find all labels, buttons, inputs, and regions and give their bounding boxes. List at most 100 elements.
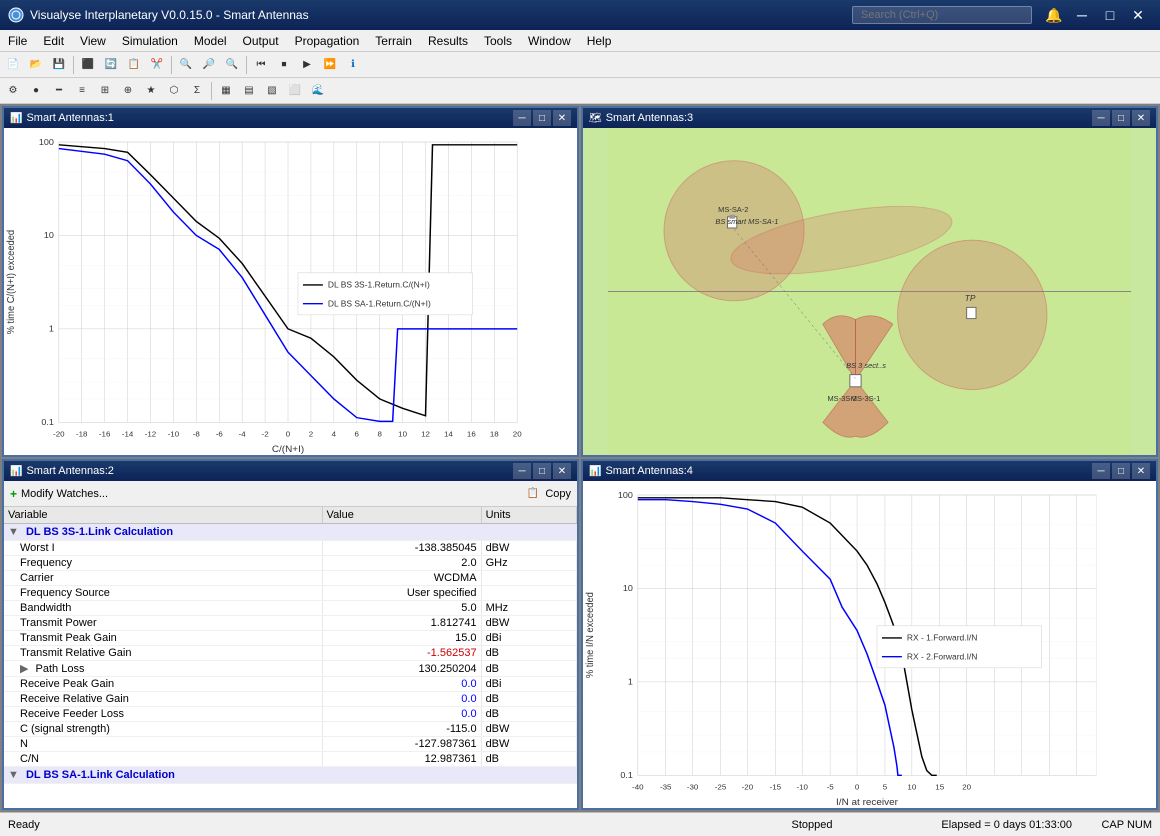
tb2-btn-2[interactable]: ●	[25, 80, 47, 102]
menu-terrain[interactable]: Terrain	[367, 30, 420, 51]
play-button[interactable]: ▶	[296, 54, 318, 76]
expand-icon[interactable]: ▼	[8, 526, 19, 538]
w1-maximize[interactable]: □	[533, 110, 551, 126]
w1-minimize[interactable]: ─	[513, 110, 531, 126]
w4-close[interactable]: ✕	[1132, 463, 1150, 479]
svg-text:18: 18	[490, 430, 499, 439]
tb2-btn-4[interactable]: ≡	[71, 80, 93, 102]
zoom-out-button[interactable]: 🔍	[221, 54, 243, 76]
unit-freq-source	[481, 586, 576, 601]
chart-1-svg: 100 10 1 0.1 -20 -18 -16 -14 -12 -10 -8 …	[4, 128, 577, 455]
tb-btn-6[interactable]: ✂️	[146, 54, 168, 76]
menu-output[interactable]: Output	[235, 30, 287, 51]
menu-model[interactable]: Model	[186, 30, 235, 51]
close-button[interactable]: ✕	[1124, 5, 1152, 25]
svg-text:5: 5	[883, 783, 887, 792]
menu-file[interactable]: File	[0, 30, 35, 51]
zoom-in-button[interactable]: 🔎	[198, 54, 220, 76]
window-2: 📊 Smart Antennas:2 ─ □ ✕ + Modify Watche…	[2, 459, 579, 810]
tb2-btn-3[interactable]: ━	[48, 80, 70, 102]
expand-path-icon[interactable]: ▶	[20, 663, 28, 675]
step-back-button[interactable]: ⏮	[250, 54, 272, 76]
tb2-btn-14[interactable]: 🌊	[307, 80, 329, 102]
map-container: MS-SA-2 BS smart MS-SA-1 TP BS 3 sect..s…	[583, 128, 1156, 455]
val-path-loss: 130.250204	[322, 661, 481, 677]
menu-view[interactable]: View	[72, 30, 114, 51]
app-icon	[8, 7, 24, 23]
tb2-btn-7[interactable]: ★	[140, 80, 162, 102]
svg-text:15: 15	[935, 783, 944, 792]
info-button[interactable]: ℹ	[342, 54, 364, 76]
menu-help[interactable]: Help	[579, 30, 620, 51]
window-3: 🗺 Smart Antennas:3 ─ □ ✕	[581, 106, 1158, 457]
copy-button[interactable]: Copy	[545, 488, 571, 500]
tb2-btn-10[interactable]: ▦	[215, 80, 237, 102]
minimize-button[interactable]: ─	[1068, 5, 1096, 25]
w3-close[interactable]: ✕	[1132, 110, 1150, 126]
tb2-btn-12[interactable]: ▧	[261, 80, 283, 102]
var-rx-peak-gain: Receive Peak Gain	[4, 677, 322, 692]
tb2-btn-5[interactable]: ⊞	[94, 80, 116, 102]
modify-watches-button[interactable]: Modify Watches...	[21, 488, 108, 500]
app-title: Visualyse Interplanetary V0.0.15.0 - Sma…	[30, 8, 852, 22]
w3-minimize[interactable]: ─	[1092, 110, 1110, 126]
data-table: Variable Value Units ▼ DL BS 3S-1.Link C…	[4, 507, 577, 784]
fast-forward-button[interactable]: ⏩	[319, 54, 341, 76]
window-2-controls[interactable]: ─ □ ✕	[513, 463, 571, 479]
svg-text:1: 1	[49, 324, 54, 334]
toolbar-2: ⚙ ● ━ ≡ ⊞ ⊕ ★ ⬡ Σ ▦ ▤ ▧ ⬜ 🌊	[0, 78, 1160, 104]
expand-icon-2[interactable]: ▼	[8, 769, 19, 781]
status-elapsed: Elapsed = 0 days 01:33:00	[872, 819, 1072, 831]
w4-maximize[interactable]: □	[1112, 463, 1130, 479]
save-button[interactable]: 💾	[48, 54, 70, 76]
w2-close[interactable]: ✕	[553, 463, 571, 479]
menu-window[interactable]: Window	[520, 30, 579, 51]
menu-tools[interactable]: Tools	[476, 30, 520, 51]
window-3-controls[interactable]: ─ □ ✕	[1092, 110, 1150, 126]
svg-text:6: 6	[355, 430, 359, 439]
search-input[interactable]	[852, 6, 1032, 24]
var-n: N	[4, 737, 322, 752]
val-n: -127.987361	[322, 737, 481, 752]
svg-text:12: 12	[421, 430, 430, 439]
menu-simulation[interactable]: Simulation	[114, 30, 186, 51]
w3-maximize[interactable]: □	[1112, 110, 1130, 126]
new-button[interactable]: 📄	[2, 54, 24, 76]
tb2-btn-13[interactable]: ⬜	[284, 80, 306, 102]
svg-text:DL BS SA-1.Return.C/(N+I): DL BS SA-1.Return.C/(N+I)	[328, 300, 431, 309]
svg-text:-10: -10	[168, 430, 180, 439]
w1-close[interactable]: ✕	[553, 110, 571, 126]
svg-text:MS-SA-2: MS-SA-2	[718, 205, 748, 214]
svg-text:14: 14	[444, 430, 454, 439]
separator-1	[73, 56, 74, 74]
table-scroll[interactable]: Variable Value Units ▼ DL BS 3S-1.Link C…	[4, 507, 577, 808]
var-frequency: Frequency	[4, 556, 322, 571]
tb-btn-3[interactable]: ⬛	[77, 54, 99, 76]
tb-btn-7[interactable]: 🔍	[175, 54, 197, 76]
val-rx-feeder: 0.0	[322, 707, 481, 722]
tb2-btn-6[interactable]: ⊕	[117, 80, 139, 102]
tb-btn-5[interactable]: 📋	[123, 54, 145, 76]
svg-text:% time I/N exceeded: % time I/N exceeded	[585, 592, 596, 678]
menu-propagation[interactable]: Propagation	[287, 30, 368, 51]
window-1-controls[interactable]: ─ □ ✕	[513, 110, 571, 126]
val-rx-rel-gain: 0.0	[322, 692, 481, 707]
window-2-icon: 📊	[10, 466, 22, 477]
tb-btn-4[interactable]: 🔄	[100, 54, 122, 76]
menu-edit[interactable]: Edit	[35, 30, 72, 51]
tb2-btn-8[interactable]: ⬡	[163, 80, 185, 102]
maximize-button[interactable]: □	[1096, 5, 1124, 25]
unit-carrier	[481, 571, 576, 586]
w2-minimize[interactable]: ─	[513, 463, 531, 479]
w4-minimize[interactable]: ─	[1092, 463, 1110, 479]
tb2-btn-9[interactable]: Σ	[186, 80, 208, 102]
notification-icon[interactable]: 🔔	[1040, 5, 1068, 25]
tb2-btn-1[interactable]: ⚙	[2, 80, 24, 102]
svg-text:1: 1	[628, 677, 633, 687]
open-button[interactable]: 📂	[25, 54, 47, 76]
tb2-btn-11[interactable]: ▤	[238, 80, 260, 102]
menu-results[interactable]: Results	[420, 30, 476, 51]
w2-maximize[interactable]: □	[533, 463, 551, 479]
window-4-controls[interactable]: ─ □ ✕	[1092, 463, 1150, 479]
stop-button[interactable]: ⏹	[273, 54, 295, 76]
